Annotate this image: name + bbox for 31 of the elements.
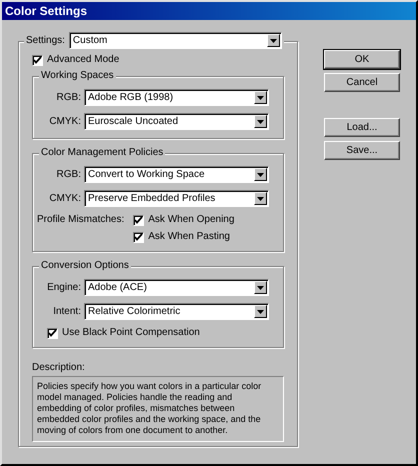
- advanced-mode-checkbox[interactable]: Advanced Mode: [32, 54, 284, 66]
- group-title: Color Management Policies: [39, 147, 166, 159]
- dialog-button[interactable]: Cancel: [324, 73, 400, 92]
- description-label: Description:: [32, 362, 86, 374]
- dialog-button[interactable]: Save...: [324, 141, 400, 160]
- dropdown[interactable]: Convert to Working Space: [84, 166, 269, 183]
- dropdown[interactable]: Relative Colorimetric: [84, 303, 269, 320]
- checkmark-icon: [48, 328, 57, 338]
- settings-dropdown[interactable]: Custom: [68, 32, 282, 49]
- dropdown[interactable]: Euroscale Uncoated: [84, 113, 269, 130]
- checkbox[interactable]: Ask When Pasting: [133, 231, 234, 243]
- field-label: CMYK:: [48, 192, 81, 204]
- field-label: Engine:: [46, 282, 81, 294]
- checkbox[interactable]: Ask When Opening: [133, 214, 234, 226]
- dropdown[interactable]: Adobe RGB (1998): [84, 89, 269, 106]
- field-label: Intent:: [52, 306, 81, 318]
- field-label: Profile Mismatches:: [37, 214, 126, 226]
- dialog-button[interactable]: OK: [324, 50, 400, 69]
- group-title: Conversion Options: [39, 260, 131, 272]
- description-text: Policies specify how you want colors in a particular color model managed. Policies handle the reading and embedding of color profiles, mismatches between embedded color profiles and the working space, and the moving of colors from one document to another.: [32, 376, 284, 442]
- field-label: RGB:: [56, 92, 81, 104]
- field-label: CMYK:: [48, 116, 81, 128]
- group-title: Working Spaces: [39, 70, 116, 82]
- window-title: Color Settings: [5, 5, 88, 17]
- dropdown[interactable]: Preserve Embedded Profiles: [84, 190, 269, 207]
- dialog-button[interactable]: Load...: [324, 118, 400, 137]
- checkbox[interactable]: Use Black Point Compensation: [47, 327, 269, 339]
- field-label: RGB:: [56, 168, 81, 180]
- dropdown[interactable]: Adobe (ACE): [84, 279, 269, 296]
- settings-label: Settings:: [26, 34, 66, 46]
- checkmark-icon: [33, 56, 42, 64]
